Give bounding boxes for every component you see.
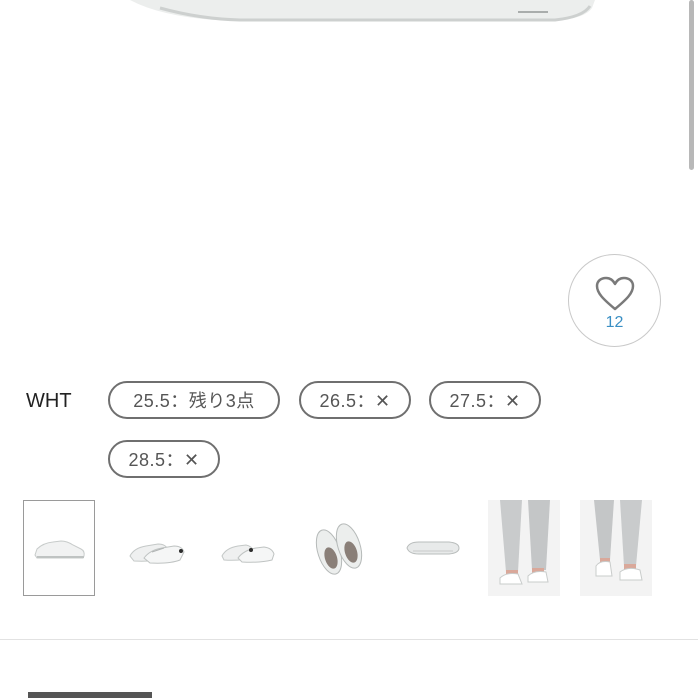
page-scrollbar[interactable]	[689, 0, 694, 170]
size-chip-28-5[interactable]: 28.5：✕	[108, 440, 220, 478]
size-chip-27-5[interactable]: 27.5：✕	[429, 381, 541, 419]
thumb-model-worn-2[interactable]	[580, 500, 652, 596]
thumb-top-view[interactable]	[303, 500, 375, 596]
size-chip-25-5[interactable]: 25.5：残り3点	[108, 381, 280, 419]
product-main-image[interactable]	[0, 0, 698, 250]
color-name-label: WHT	[26, 390, 72, 412]
thumb-model-worn-1[interactable]	[488, 500, 560, 596]
thumb-side-view[interactable]	[23, 500, 95, 596]
thumb-pair-side[interactable]	[212, 500, 284, 596]
favorite-button[interactable]: 12	[568, 254, 661, 347]
size-chip-26-5[interactable]: 26.5：✕	[299, 381, 411, 419]
bottom-tab-indicator[interactable]	[28, 692, 152, 698]
heart-icon	[595, 270, 635, 312]
favorite-count: 12	[605, 313, 624, 331]
section-divider	[0, 639, 698, 640]
thumb-pair-angle[interactable]	[120, 500, 192, 596]
thumb-sole-view[interactable]	[397, 500, 469, 596]
